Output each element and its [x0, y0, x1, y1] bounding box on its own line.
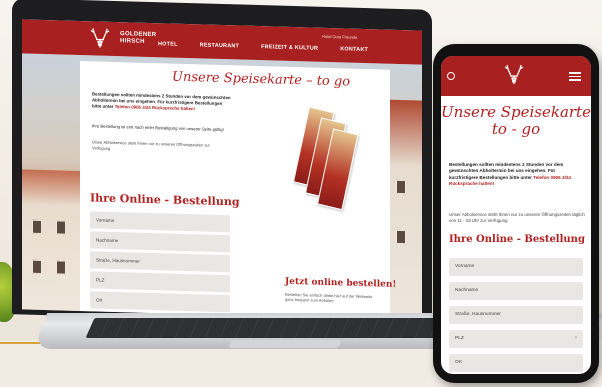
phone-navbar: [441, 56, 591, 96]
chevron-right-icon: ›: [575, 335, 577, 341]
intro-text: Bestellungen sollten mindestens 2 Stunde…: [449, 162, 585, 188]
window: [32, 219, 42, 234]
zip-field[interactable]: PLZ ›: [449, 330, 583, 348]
order-cta-text: Bestellen Sie einfach direkt hier auf de…: [285, 291, 373, 304]
hamburger-menu-icon[interactable]: [569, 72, 581, 81]
content-panel: Unsere Speisekarte – to go Bestellungen …: [80, 61, 396, 320]
phone-screen: Unsere Speisekarte to - go Bestellungen …: [441, 56, 591, 374]
confirm-text: Ihre Bestellung ist erst nach einer Best…: [92, 123, 224, 133]
main-menu: HOTEL RESTAURANT FREIZEIT & KULTUR KONTA…: [158, 41, 368, 53]
field-label: Straße, Hausnummer: [455, 312, 501, 317]
nav-item-hotel[interactable]: HOTEL: [158, 41, 178, 48]
window: [56, 260, 66, 275]
nav-item-kontakt[interactable]: KONTAKT: [340, 46, 368, 53]
trackpad: [228, 340, 342, 348]
top-links[interactable]: Hotel Gute Freunde: [322, 34, 357, 40]
menu-flyers-image: [288, 106, 367, 217]
deer-logo-icon[interactable]: [499, 64, 529, 86]
city-field[interactable]: Ort: [90, 291, 230, 313]
house-left: [22, 169, 82, 312]
first-name-field[interactable]: Vorname: [449, 258, 583, 276]
first-name-field[interactable]: Vorname: [90, 211, 230, 233]
laptop-screen: GOLDENER HIRSCH Hotel Gute Freunde HOTEL…: [22, 19, 422, 321]
last-name-field[interactable]: Nachname: [449, 282, 583, 300]
deer-logo-icon[interactable]: [82, 27, 118, 50]
window: [32, 259, 42, 274]
street-field[interactable]: Straße, Hausnummer: [90, 251, 230, 273]
nav-item-freizeit[interactable]: FREIZEIT & KULTUR: [261, 44, 318, 52]
order-cta-title: Jetzt online bestellen!: [285, 276, 397, 290]
intro-text: Bestellungen sollten mindestens 2 Stunde…: [92, 91, 232, 113]
last-name-field[interactable]: Nachname: [90, 231, 230, 253]
page-title: Unsere Speisekarte – to go: [172, 69, 351, 90]
window: [396, 179, 406, 195]
hours-text: Unser Abholservice steht Ihnen nur zu un…: [449, 212, 585, 223]
zip-field[interactable]: PLZ: [90, 271, 230, 293]
field-label: PLZ: [455, 336, 464, 341]
window: [396, 229, 406, 245]
circle-icon[interactable]: [447, 72, 455, 80]
brand-line-2: HIRSCH: [120, 38, 145, 45]
intro-phone[interactable]: Telefon 0906 3/24 Rückspreche halten!: [115, 104, 195, 111]
order-form-title: Ihre Online - Bestellung: [449, 234, 585, 245]
field-label: Ort: [455, 360, 462, 365]
nav-item-restaurant[interactable]: RESTAURANT: [200, 42, 239, 49]
window: [56, 220, 66, 235]
city-field[interactable]: Ort: [449, 354, 583, 372]
street-field[interactable]: Straße, Hausnummer: [449, 306, 583, 324]
field-label: Nachname: [455, 288, 479, 293]
order-form-title: Ihre Online - Bestellung: [90, 191, 240, 209]
hours-text: Unser Abholservice steht Ihnen nur zu un…: [92, 139, 210, 151]
brand-name: GOLDENER HIRSCH: [120, 31, 156, 46]
page-title: Unsere Speisekarte to - go: [441, 103, 591, 138]
field-label: Vorname: [455, 264, 475, 269]
